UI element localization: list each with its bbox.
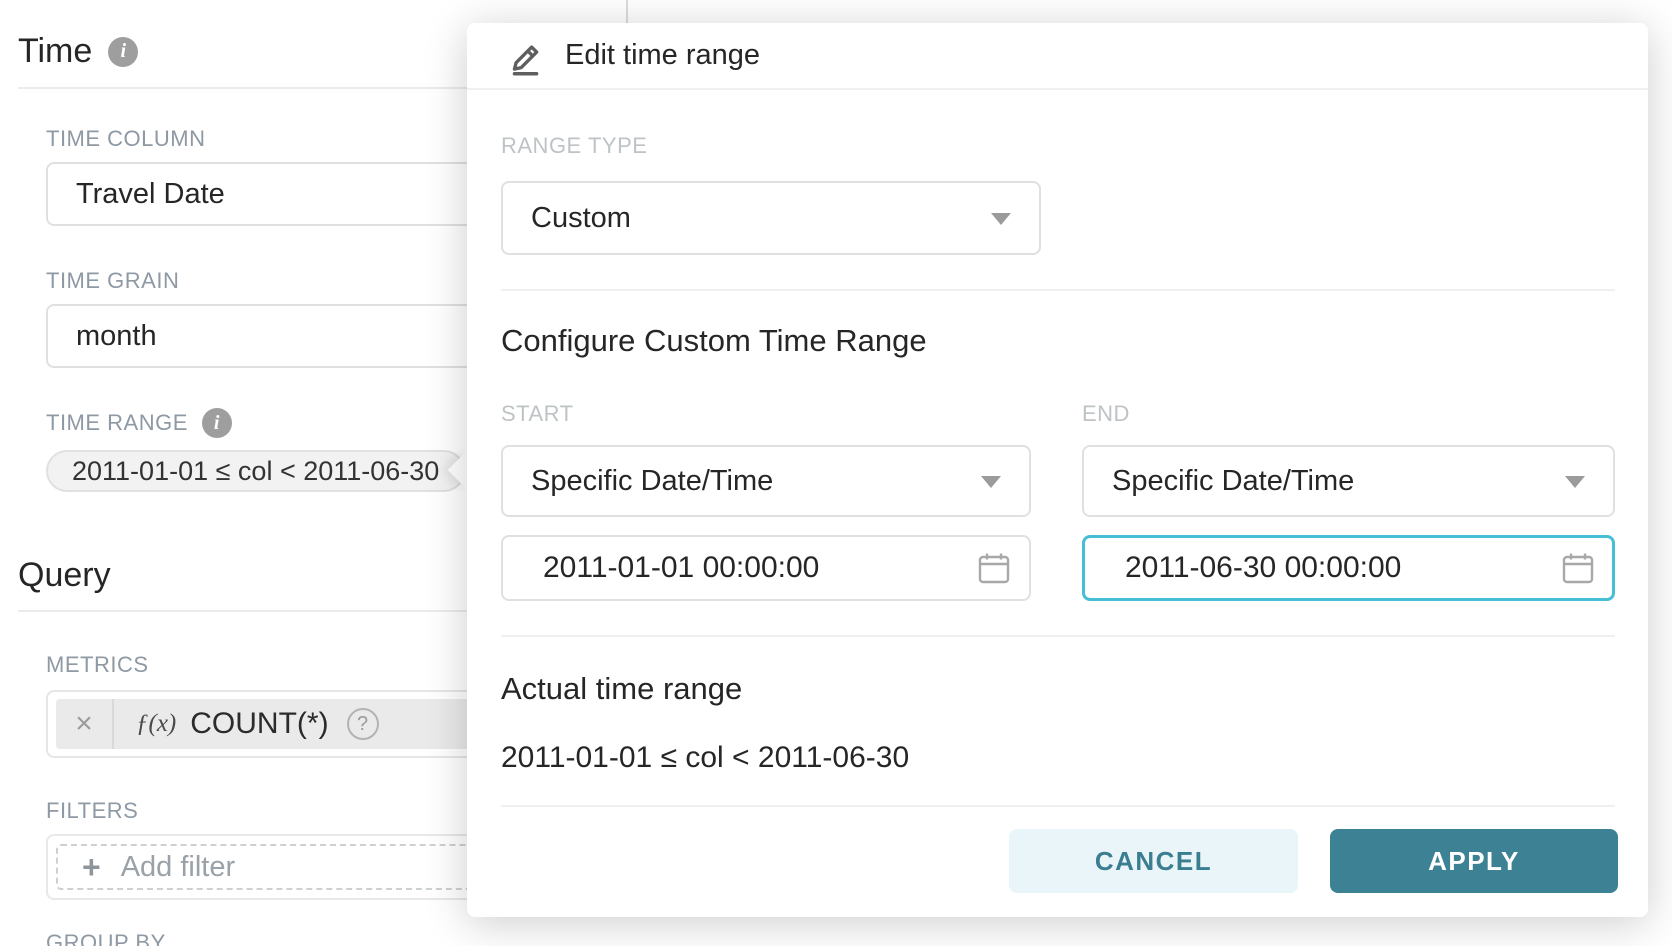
time-range-pill[interactable]: 2011-01-01 ≤ col < 2011-06-30 — [46, 450, 465, 492]
chevron-down-icon — [991, 213, 1011, 225]
range-type-label: RANGE TYPE — [501, 133, 647, 159]
range-type-value: Custom — [531, 202, 631, 235]
modal-divider — [501, 289, 1615, 291]
time-column-value: Travel Date — [76, 178, 225, 211]
range-type-select[interactable]: Custom — [501, 181, 1041, 255]
function-icon: ƒ(x) — [136, 710, 176, 738]
time-grain-value: month — [76, 320, 157, 353]
metric-name: COUNT(*) — [190, 707, 328, 741]
chevron-down-icon — [981, 476, 1001, 488]
actual-time-range-value: 2011-01-01 ≤ col < 2011-06-30 — [501, 741, 909, 775]
start-label: START — [501, 401, 574, 427]
time-range-label-text: TIME RANGE — [46, 410, 188, 436]
end-label: END — [1082, 401, 1130, 427]
time-range-pill-text: 2011-01-01 ≤ col < 2011-06-30 — [72, 456, 439, 487]
time-grain-label: TIME GRAIN — [46, 268, 179, 294]
start-date-input[interactable] — [501, 535, 1031, 601]
metrics-label: METRICS — [46, 652, 149, 678]
plus-icon: + — [82, 851, 101, 883]
calendar-icon[interactable] — [977, 551, 1011, 585]
add-filter-text: Add filter — [121, 851, 235, 884]
time-section-heading: Time i — [18, 32, 138, 71]
edit-time-range-modal: Edit time range RANGE TYPE Custom Config… — [467, 23, 1648, 917]
modal-divider — [501, 635, 1615, 637]
chip-separator — [112, 699, 114, 749]
calendar-icon[interactable] — [1561, 551, 1595, 585]
explore-screen: Time i TIME COLUMN Travel Date TIME GRAI… — [0, 0, 1672, 946]
query-section-heading: Query — [18, 556, 111, 595]
edit-pencil-icon — [505, 36, 545, 76]
time-section-title: Time — [18, 32, 92, 71]
filters-label: FILTERS — [46, 798, 138, 824]
cancel-button[interactable]: CANCEL — [1009, 829, 1298, 893]
info-icon[interactable]: i — [202, 408, 232, 438]
end-mode-select[interactable]: Specific Date/Time — [1082, 445, 1615, 517]
remove-metric-icon[interactable]: × — [56, 707, 112, 741]
end-date-input[interactable] — [1082, 535, 1615, 601]
end-mode-value: Specific Date/Time — [1112, 465, 1354, 498]
configure-heading: Configure Custom Time Range — [501, 323, 927, 359]
start-mode-select[interactable]: Specific Date/Time — [501, 445, 1031, 517]
info-icon[interactable]: i — [108, 37, 138, 67]
modal-header: Edit time range — [467, 23, 1648, 90]
group-by-label: GROUP BY — [46, 930, 166, 946]
time-column-label: TIME COLUMN — [46, 126, 206, 152]
modal-divider — [501, 805, 1615, 807]
query-section-title: Query — [18, 556, 111, 595]
help-icon[interactable]: ? — [347, 708, 379, 740]
actual-time-range-heading: Actual time range — [501, 671, 742, 707]
time-range-label: TIME RANGE i — [46, 408, 232, 438]
modal-title: Edit time range — [565, 39, 760, 72]
start-mode-value: Specific Date/Time — [531, 465, 773, 498]
apply-button[interactable]: APPLY — [1330, 829, 1618, 893]
panel-chart-divider — [626, 0, 628, 24]
start-date-field — [501, 535, 1031, 601]
end-date-field — [1082, 535, 1615, 601]
chevron-down-icon — [1565, 476, 1585, 488]
